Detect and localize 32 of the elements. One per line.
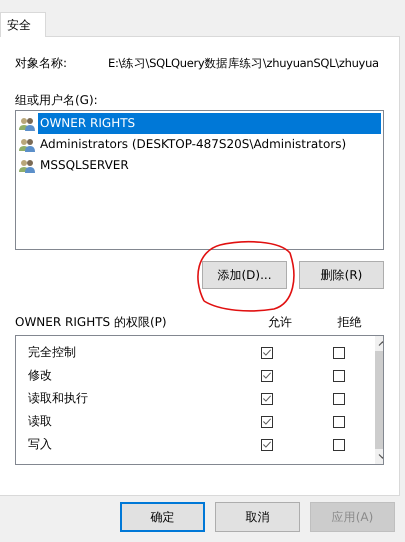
- permission-name: 写入: [28, 436, 53, 453]
- deny-checkbox[interactable]: [333, 346, 345, 358]
- deny-checkbox[interactable]: [333, 438, 345, 450]
- permission-name: 读取: [28, 413, 53, 430]
- users-icon: [18, 158, 36, 174]
- column-header: 允许: [267, 314, 294, 330]
- column-header: 拒绝: [336, 314, 362, 330]
- deny-checkbox[interactable]: [333, 370, 345, 382]
- allow-checkbox[interactable]: [261, 438, 273, 450]
- allow-checkbox[interactable]: [261, 392, 273, 404]
- dialog-button[interactable]: 确定: [120, 502, 205, 532]
- deny-checkbox[interactable]: [333, 416, 345, 428]
- user-group-item[interactable]: MSSQLSERVER: [38, 155, 381, 176]
- allow-checkbox[interactable]: [261, 370, 273, 382]
- users-icon: [18, 136, 36, 152]
- group-action-button[interactable]: 添加(D)...: [202, 261, 287, 289]
- permissions-label: OWNER RIGHTS 的权限(P): [15, 314, 168, 330]
- users-icon: [18, 116, 36, 132]
- deny-checkbox[interactable]: [333, 392, 345, 404]
- allow-checkbox[interactable]: [261, 416, 273, 428]
- groups-label: 组或用户名(G):: [15, 92, 99, 109]
- tab[interactable]: 安全: [0, 12, 46, 37]
- permission-name: 读取和执行: [28, 390, 89, 407]
- dialog-button[interactable]: 取消: [215, 502, 300, 532]
- permission-name: 修改: [28, 367, 53, 384]
- object-name-value: E:\练习\SQLQuery数据库练习\zhuyuanSQL\zhuyua: [108, 56, 379, 70]
- user-group-item[interactable]: OWNER RIGHTS: [38, 113, 381, 134]
- object-name-label: 对象名称:: [15, 54, 68, 72]
- group-action-button[interactable]: 删除(R): [299, 261, 384, 289]
- allow-checkbox[interactable]: [261, 346, 273, 358]
- user-group-item[interactable]: Administrators (DESKTOP-487S20S\Administrators): [38, 134, 381, 155]
- permission-name: 完全控制: [28, 344, 77, 361]
